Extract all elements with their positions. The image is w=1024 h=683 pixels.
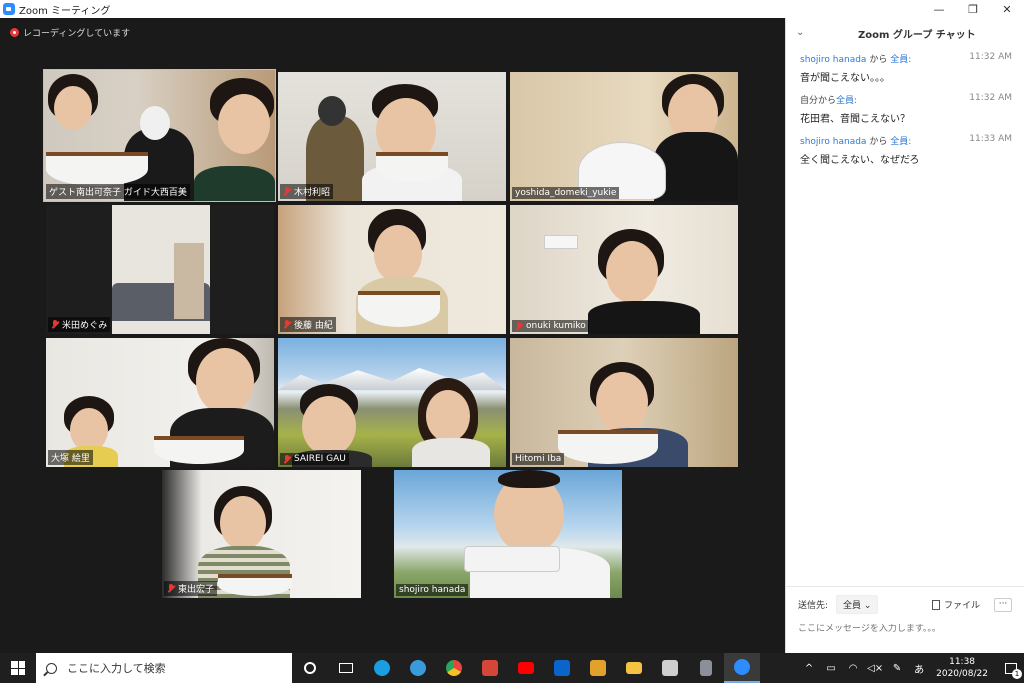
volume-muted-icon[interactable]: ◁×: [864, 663, 886, 674]
message-sender[interactable]: shojiro hanada: [800, 55, 866, 65]
chat-message: 自分から全員: 11:32 AM 花田君、音聞こえない？: [800, 93, 1012, 125]
participant-name: ゲスト南出可奈子 ガイド大西百美: [46, 184, 190, 199]
mic-muted-icon: [283, 320, 291, 329]
chat-header: ⌄ Zoom グループ チャット: [786, 18, 1024, 48]
store-icon[interactable]: [652, 653, 688, 683]
file-explorer-icon[interactable]: [616, 653, 652, 683]
file-icon: [931, 599, 940, 610]
chat-message: shojiro hanada から 全員: 11:33 AM 全く聞こえない、な…: [800, 134, 1012, 166]
mic-muted-icon: [515, 321, 523, 331]
message-text: 全く聞こえない、なぜだろ: [800, 155, 920, 166]
file-label: ファイル: [943, 601, 980, 611]
search-icon: [46, 662, 57, 674]
video-tile[interactable]: 後藤 由紀: [278, 205, 506, 334]
zoom-taskbar-icon[interactable]: [724, 653, 760, 683]
more-options-button[interactable]: ···: [994, 597, 1012, 612]
participant-name: SAIREI GAU: [280, 453, 349, 465]
zoom-app-icon: [3, 3, 15, 15]
recipient-select[interactable]: 全員 ⌄: [836, 595, 879, 614]
participant-name: shojiro hanada: [396, 584, 469, 596]
internet-explorer-icon[interactable]: [400, 653, 436, 683]
clock[interactable]: 11:38 2020/08/22: [936, 656, 988, 680]
chat-message: shojiro hanada から 全員: 11:32 AM 音が聞こえない。。…: [800, 52, 1012, 84]
edge-icon[interactable]: [364, 653, 400, 683]
search-placeholder: ここに入力して検索: [67, 662, 166, 675]
participant-name: 木村利昭: [280, 184, 334, 199]
notification-center-icon[interactable]: 1: [998, 653, 1024, 683]
video-tile[interactable]: ゲスト南出可奈子 ガイド大西百美: [43, 69, 276, 202]
chrome-icon[interactable]: [436, 653, 472, 683]
message-recipient[interactable]: 全員: [890, 137, 908, 147]
mic-muted-icon: [283, 454, 291, 464]
participant-name: 後藤 由紀: [280, 317, 336, 332]
participant-name: 大塚 絵里: [48, 450, 93, 465]
window-controls: — ❐ ✕: [922, 0, 1024, 18]
mic-muted-icon: [51, 320, 59, 329]
minimize-button[interactable]: —: [922, 0, 956, 18]
message-connector: から: [869, 55, 888, 65]
start-button[interactable]: [0, 653, 36, 683]
video-tile[interactable]: onuki kumiko: [510, 205, 738, 334]
chevron-down-icon[interactable]: ⌄: [796, 27, 804, 38]
video-tile[interactable]: yoshida_domeki_yukie: [510, 72, 738, 201]
youtube-icon[interactable]: [508, 653, 544, 683]
title-bar: Zoom ミーティング — ❐ ✕: [0, 0, 1024, 18]
video-tile[interactable]: 大塚 絵里: [46, 338, 274, 467]
send-to-label: 送信先:: [798, 601, 829, 611]
window-title: Zoom ミーティング: [19, 5, 111, 17]
calculator-icon[interactable]: [688, 653, 724, 683]
ime-indicator[interactable]: あ: [908, 661, 930, 676]
wifi-icon[interactable]: ◠: [842, 663, 864, 674]
participant-name: Hitomi Iba: [512, 453, 565, 465]
chat-composer: 送信先: 全員 ⌄ ファイル ···: [786, 586, 1024, 653]
close-button[interactable]: ✕: [990, 0, 1024, 18]
taskbar-search[interactable]: ここに入力して検索: [36, 653, 292, 683]
recording-label: レコーディングしています: [23, 29, 131, 39]
pen-icon[interactable]: ✎: [886, 663, 908, 674]
notification-badge: 1: [1012, 668, 1022, 679]
video-tile[interactable]: 東出宏子: [162, 470, 361, 598]
participant-name: 東出宏子: [164, 581, 218, 596]
message-time: 11:32 AM: [969, 52, 1012, 62]
participant-name: 米田めぐみ: [48, 317, 111, 332]
windows-icon: [11, 661, 25, 675]
video-tile[interactable]: 木村利昭: [278, 72, 506, 201]
message-time: 11:33 AM: [969, 134, 1012, 144]
system-tray: ^ ▭ ◠ ◁× ✎ あ 11:38 2020/08/22 1: [798, 653, 1024, 683]
video-tile[interactable]: SAIREI GAU: [278, 338, 506, 467]
file-button[interactable]: ファイル: [931, 598, 980, 611]
meeting-gallery: レコーディングしています ゲスト南出可奈子 ガイド大西百美 木村利昭 yoshi…: [0, 18, 785, 653]
participant-name: onuki kumiko: [512, 320, 589, 332]
chat-panel: ⌄ Zoom グループ チャット shojiro hanada から 全員: 1…: [785, 18, 1024, 653]
chat-title: Zoom グループ チャット: [858, 29, 976, 41]
clock-date: 2020/08/22: [936, 669, 988, 679]
outlook-icon[interactable]: [544, 653, 580, 683]
message-connector: から: [869, 137, 888, 147]
video-tile[interactable]: 米田めぐみ: [46, 205, 274, 334]
restore-button[interactable]: ❐: [956, 0, 990, 18]
message-time: 11:32 AM: [969, 93, 1012, 103]
clock-time: 11:38: [949, 657, 976, 667]
message-text: 花田君、音聞こえない？: [800, 114, 910, 125]
mic-muted-icon: [283, 187, 291, 196]
message-sender: 自分から: [800, 96, 837, 106]
battery-icon[interactable]: ▭: [820, 663, 842, 674]
message-sender[interactable]: shojiro hanada: [800, 137, 866, 147]
video-tile[interactable]: Hitomi Iba: [510, 338, 738, 467]
task-view-icon[interactable]: [328, 653, 364, 683]
message-recipient[interactable]: 全員: [836, 96, 854, 106]
message-text: 音が聞こえない。。。: [800, 73, 890, 84]
gmail-icon[interactable]: [472, 653, 508, 683]
recording-icon: [10, 28, 19, 37]
message-recipient[interactable]: 全員: [890, 55, 908, 65]
media-player-icon[interactable]: [580, 653, 616, 683]
video-tile[interactable]: shojiro hanada: [394, 470, 622, 598]
mic-muted-icon: [167, 584, 175, 593]
participant-name: yoshida_domeki_yukie: [512, 187, 620, 199]
windows-taskbar: ここに入力して検索 ^ ▭ ◠ ◁× ✎ あ 11:38 2020/08/22 …: [0, 653, 1024, 683]
chat-message-input[interactable]: [798, 624, 998, 634]
recording-indicator: レコーディングしています: [10, 26, 130, 39]
cortana-icon[interactable]: [292, 653, 328, 683]
chevron-up-icon[interactable]: ^: [798, 663, 820, 674]
